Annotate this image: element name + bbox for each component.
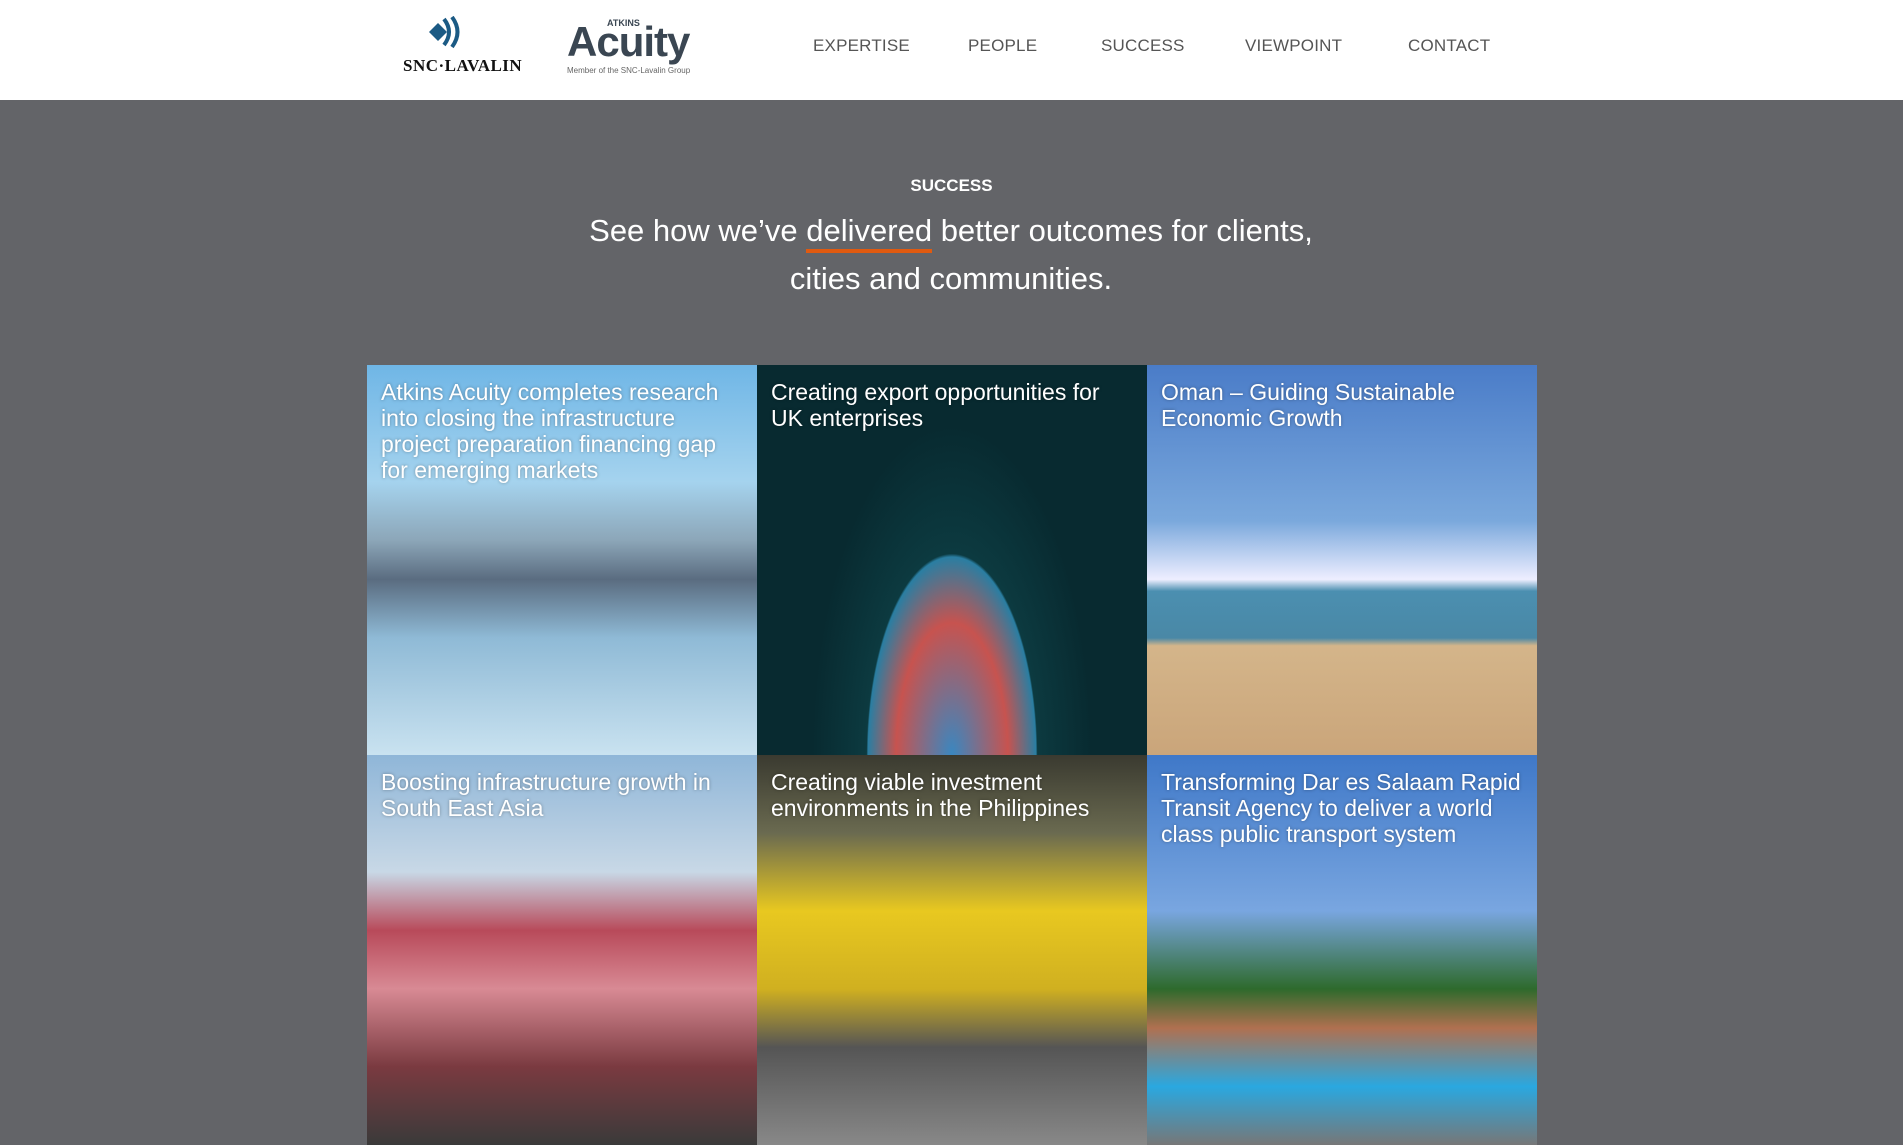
case-tile-singapore[interactable]: Atkins Acuity completes research into cl… [367,365,757,755]
snc-mark-icon [429,16,460,49]
nav-viewpoint[interactable]: VIEWPOINT [1245,36,1342,56]
case-tile-oman[interactable]: Oman – Guiding Sustainable Economic Grow… [1147,365,1537,755]
atkins-acuity-logo[interactable]: Acuity ATKINS Member of the SNC-Lavalin … [567,18,697,78]
case-title: Atkins Acuity completes research into cl… [381,379,719,483]
nav-success[interactable]: SUCCESS [1101,36,1185,56]
site-header: SNC·LAVALIN Acuity ATKINS Member of the … [0,0,1903,100]
underlined-word: delivered [806,213,933,253]
section-headline: See how we’ve delivered better outcomes … [589,213,1313,296]
case-title: Transforming Dar es Salaam Rapid Transit… [1161,769,1521,847]
case-study-grid: Atkins Acuity completes research into cl… [367,365,1537,1145]
case-title: Creating viable investment environments … [771,769,1090,821]
nav-expertise[interactable]: EXPERTISE [813,36,910,56]
case-tile-dar-es-salaam[interactable]: Transforming Dar es Salaam Rapid Transit… [1147,755,1537,1145]
nav-people[interactable]: PEOPLE [968,36,1037,56]
case-tile-sea[interactable]: Boosting infrastructure growth in South … [367,755,757,1145]
section-label: SUCCESS [910,176,993,195]
nav-contact[interactable]: CONTACT [1408,36,1490,56]
case-tile-export[interactable]: Creating export opportunities for UK ent… [757,365,1147,755]
case-tile-philippines[interactable]: Creating viable investment environments … [757,755,1147,1145]
snc-lavalin-logo[interactable]: SNC·LAVALIN [403,16,533,76]
case-title: Boosting infrastructure growth in South … [381,769,711,821]
case-title: Oman – Guiding Sustainable Economic Grow… [1161,379,1456,431]
case-title: Creating export opportunities for UK ent… [771,379,1100,431]
